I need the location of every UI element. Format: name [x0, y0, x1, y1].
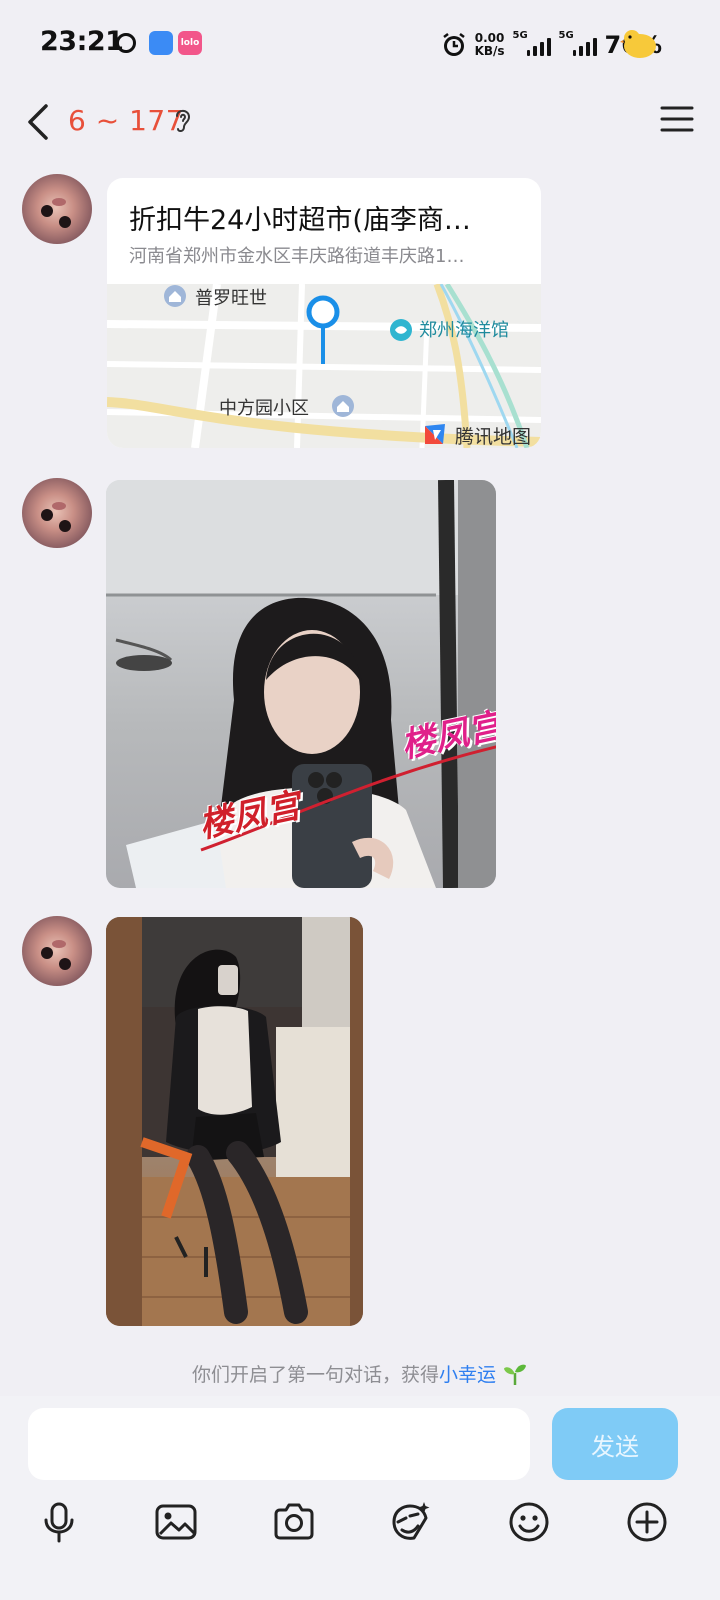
signal-sim2-icon: 5G	[559, 30, 597, 56]
avatar[interactable]	[22, 478, 92, 548]
signal-sim1-icon: 5G	[513, 30, 551, 56]
sticker-icon[interactable]	[388, 1500, 432, 1544]
system-note-text: 你们开启了第一句对话，获得	[191, 1364, 439, 1386]
image-icon[interactable]	[154, 1500, 198, 1544]
location-map[interactable]: 普罗旺世 郑州海洋馆 中方园小区 腾讯地图	[107, 284, 541, 448]
camera-icon[interactable]	[272, 1500, 316, 1544]
avatar[interactable]	[22, 174, 92, 244]
status-bar: 23:21 lolo 0.00 KB/s 5G 5G 76%	[0, 0, 720, 88]
emoji-icon[interactable]	[507, 1500, 551, 1544]
map-label-poi-bottom: 中方园小区	[219, 398, 309, 419]
weibo-app-icon	[116, 33, 136, 53]
plus-icon[interactable]	[625, 1500, 669, 1544]
aquarium-poi-icon	[390, 319, 412, 341]
menu-icon[interactable]	[660, 104, 694, 134]
image-message[interactable]: 楼凤宫 楼凤宫	[106, 480, 496, 888]
alarm-icon	[442, 33, 465, 56]
system-note: 你们开启了第一句对话，获得小幸运	[0, 1360, 720, 1387]
chat-title[interactable]: 6 ~ 177	[68, 104, 184, 137]
message-input[interactable]	[28, 1408, 530, 1480]
map-pin-icon	[306, 295, 340, 364]
pink-app-icon: lolo	[178, 31, 202, 55]
location-address: 河南省郑州市金水区丰庆路街道丰庆路1…	[129, 246, 465, 267]
mic-icon[interactable]	[37, 1500, 81, 1544]
tencent-map-logo-icon	[425, 424, 445, 444]
home-poi-icon	[332, 395, 354, 417]
home-poi-icon	[164, 285, 186, 307]
lucky-link[interactable]: 小幸运	[439, 1364, 496, 1386]
image-message[interactable]	[106, 917, 363, 1326]
sprout-icon	[504, 1364, 527, 1385]
chat-header: 6 ~ 177	[0, 88, 720, 164]
sim1-label: 5G	[512, 30, 528, 41]
net-speed: 0.00 KB/s	[475, 32, 505, 58]
duck-icon	[620, 30, 656, 58]
sim2-label: 5G	[558, 30, 574, 41]
blue-app-icon	[149, 31, 173, 55]
map-label-poi-top: 普罗旺世	[195, 288, 267, 309]
status-time: 23:21	[40, 26, 124, 57]
back-icon[interactable]	[24, 100, 54, 144]
location-title: 折扣牛24小时超市(庙李商…	[129, 205, 471, 236]
map-label-poi-right: 郑州海洋馆	[419, 320, 509, 341]
avatar[interactable]	[22, 916, 92, 986]
net-speed-unit: KB/s	[474, 44, 505, 58]
input-area: 发送	[0, 1396, 720, 1600]
photo-content	[106, 480, 496, 888]
location-message-card[interactable]: 折扣牛24小时超市(庙李商… 河南省郑州市金水区丰庆路街道丰庆路1… 普罗旺世 …	[107, 178, 541, 448]
photo-content	[106, 917, 363, 1326]
send-button[interactable]: 发送	[552, 1408, 678, 1480]
ear-icon[interactable]	[172, 106, 194, 136]
map-provider-label: 腾讯地图	[455, 426, 532, 448]
